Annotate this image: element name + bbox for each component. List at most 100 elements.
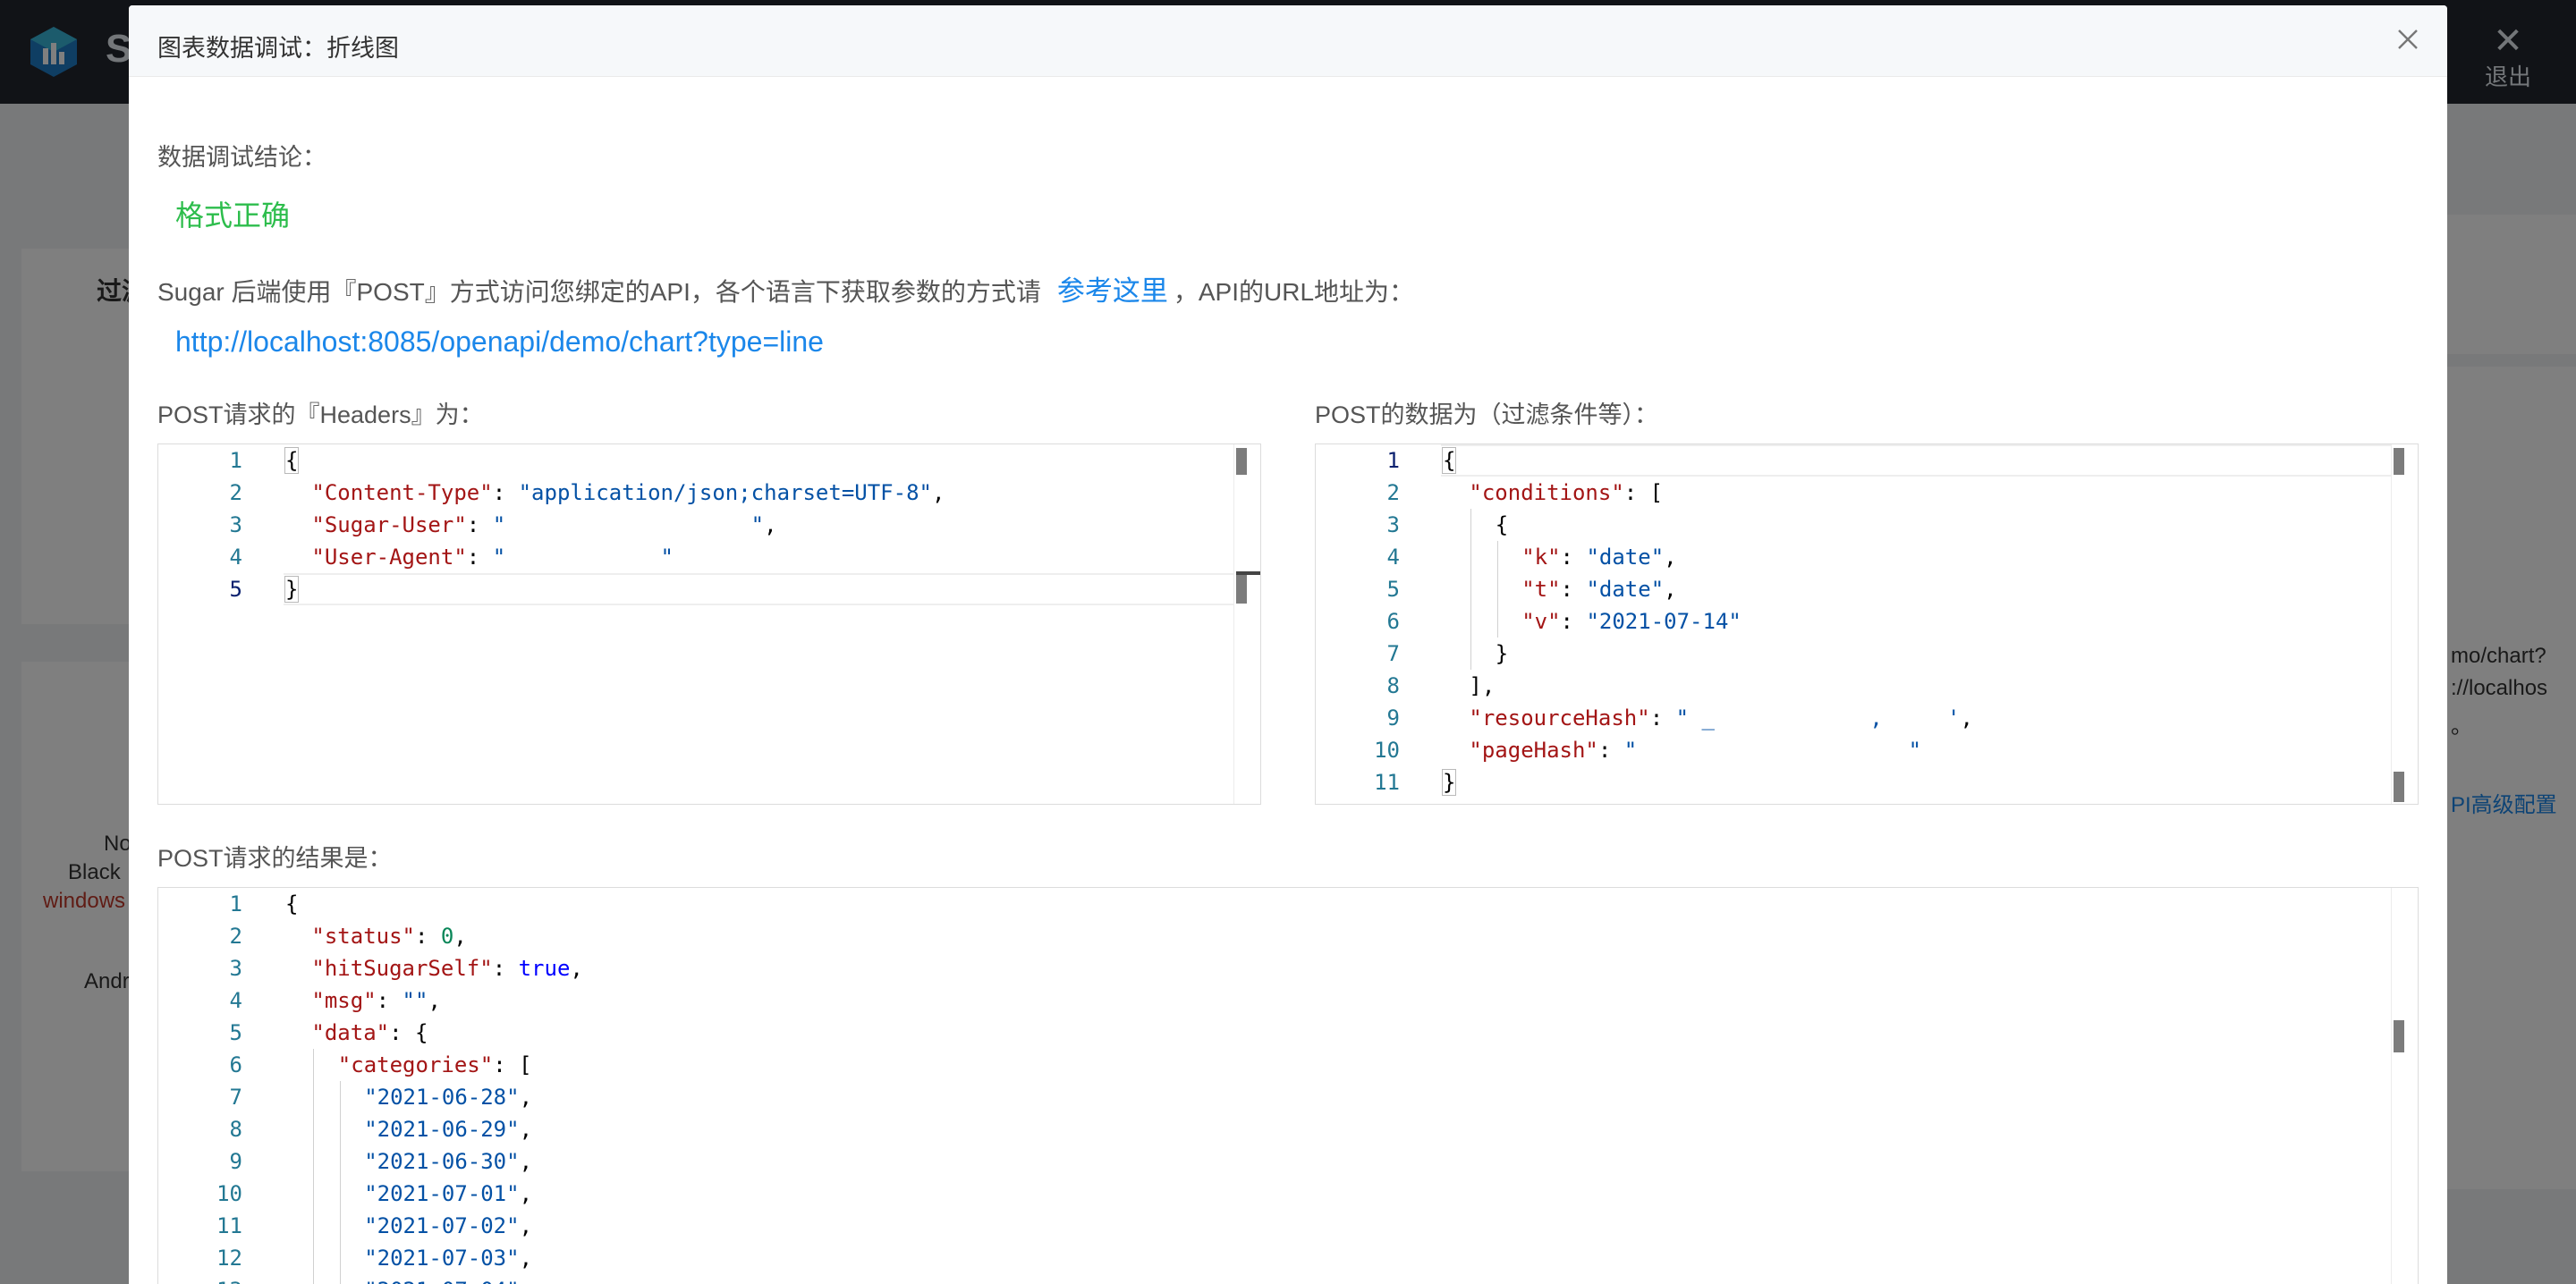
- code-token: "msg": [311, 988, 377, 1013]
- code-text: "k": "date",: [1521, 541, 1676, 573]
- code-token: ,: [1960, 705, 1973, 731]
- line-number: 8: [1386, 673, 1400, 698]
- line-number: 8: [229, 1117, 242, 1142]
- code-text: }: [284, 573, 300, 605]
- code-text: "data": {: [311, 1017, 428, 1049]
- code-token: :: [376, 988, 402, 1013]
- code-line: 5 "data": {: [158, 1017, 2418, 1049]
- code-text: "2021-07-04",: [364, 1274, 532, 1284]
- code-line: 10 "pageHash": " ": [1316, 734, 2418, 766]
- code-text: "categories": [: [338, 1049, 532, 1081]
- code-text: "2021-06-30",: [364, 1145, 532, 1178]
- code-token: : [: [1623, 480, 1664, 505]
- code-token: ,: [519, 1117, 533, 1142]
- code-line: 1{: [1316, 444, 2418, 477]
- code-text: "Content-Type": "application/json;charse…: [311, 477, 945, 509]
- code-line: 4 "msg": "",: [158, 984, 2418, 1017]
- code-token: "2021-06-28": [364, 1085, 520, 1110]
- code-line: 12 "2021-07-03",: [158, 1242, 2418, 1274]
- code-text: }: [1441, 766, 1457, 798]
- code-token: }: [1441, 769, 1457, 796]
- close-icon[interactable]: [2388, 20, 2428, 59]
- line-number: 5: [229, 577, 242, 602]
- indent-guide: [339, 1081, 341, 1284]
- code-line: 9 "2021-06-30",: [158, 1145, 2418, 1178]
- line-number: 5: [229, 1020, 242, 1045]
- reference-link[interactable]: 参考这里: [1057, 275, 1168, 307]
- line-number: 10: [1374, 738, 1400, 763]
- code-line: 2 "status": 0,: [158, 920, 2418, 952]
- code-token: ,: [570, 956, 583, 981]
- line-number: 9: [1386, 705, 1400, 731]
- code-line: 3{: [1316, 509, 2418, 541]
- indent-guide: [1470, 509, 1472, 670]
- code-line: 9 "resourceHash": " _ , ',: [1316, 702, 2418, 734]
- result-label: POST请求的结果是：: [157, 845, 393, 872]
- code-text: "t": "date",: [1521, 573, 1676, 605]
- code-token: :: [1597, 738, 1624, 763]
- code-text: "2021-07-02",: [364, 1210, 532, 1242]
- line-number: 3: [229, 512, 242, 537]
- code-text: }: [1496, 638, 1508, 670]
- code-line: 5}: [158, 573, 1260, 605]
- code-line: 4 "User-Agent": " ": [158, 541, 1260, 573]
- code-token: :: [1649, 705, 1676, 731]
- line-number: 2: [229, 480, 242, 505]
- line-number: 7: [229, 1085, 242, 1110]
- code-token: ,: [764, 512, 777, 537]
- code-token: ],: [1469, 673, 1496, 698]
- code-text: "2021-07-01",: [364, 1178, 532, 1210]
- code-token: ,: [519, 1085, 533, 1110]
- code-token: ,: [453, 924, 467, 949]
- code-token: "Content-Type": [311, 480, 493, 505]
- code-line: 1{: [158, 444, 1260, 477]
- code-text: "pageHash": " ": [1469, 734, 1921, 766]
- code-token: "2021-07-04": [364, 1278, 519, 1284]
- line-number: 6: [229, 1052, 242, 1077]
- result-code-editor[interactable]: 1{2 "status": 0, 3 "hitSugarSelf": true, 4 "m…: [157, 887, 2419, 1284]
- code-text: "2021-06-29",: [364, 1113, 532, 1145]
- line-number: 11: [216, 1213, 242, 1238]
- code-text: "User-Agent": " ": [311, 541, 674, 573]
- conclusion-value: 格式正确: [175, 199, 291, 232]
- code-token: " _ , ': [1675, 705, 1961, 731]
- code-token: :: [1560, 545, 1587, 570]
- headers-code-editor[interactable]: 1{ 2 "Content-Type": "application/json;cha…: [157, 443, 1261, 805]
- code-token: "date": [1586, 545, 1665, 570]
- code-text: "2021-06-28",: [364, 1081, 532, 1113]
- code-text: "Sugar-User": " ",: [311, 509, 776, 541]
- code-token: 0: [440, 924, 454, 949]
- conclusion-label: 数据调试结论：: [157, 144, 326, 171]
- code-line: 2 "conditions": [: [1316, 477, 2418, 509]
- code-token: "data": [311, 1020, 390, 1045]
- code-text: {: [1496, 509, 1508, 541]
- api-info-text: Sugar 后端使用『POST』方式访问您绑定的API，各个语言下获取参数的方式…: [157, 268, 1414, 308]
- code-token: true: [518, 956, 571, 981]
- code-line: 6 "categories": [: [158, 1049, 2418, 1081]
- code-line: 10 "2021-07-01",: [158, 1178, 2418, 1210]
- api-info-suffix: ，API的URL地址为：: [1173, 278, 1415, 306]
- code-line: 3 "Sugar-User": " ",: [158, 509, 1260, 541]
- code-token: "conditions": [1469, 480, 1624, 505]
- code-token: :: [492, 956, 519, 981]
- code-token: }: [1495, 641, 1509, 666]
- code-text: {: [284, 444, 300, 477]
- modal-title: 图表数据调试：折线图: [157, 35, 399, 62]
- code-token: ,: [520, 1278, 532, 1284]
- code-text: "status": 0,: [311, 920, 466, 952]
- code-token: :: [414, 924, 441, 949]
- line-number: 9: [229, 1149, 242, 1174]
- code-token: "2021-07-01": [364, 1181, 520, 1206]
- code-token: : {: [389, 1020, 428, 1045]
- code-token: ,: [428, 988, 441, 1013]
- code-line: 5 "t": "date",: [1316, 573, 2418, 605]
- code-line: 6 "v": "2021-07-14": [1316, 605, 2418, 638]
- post-data-code-editor[interactable]: 1{2 "conditions": [3{4 "k": "date", 5 "t": "…: [1315, 443, 2419, 805]
- code-text: {: [1441, 444, 1457, 477]
- code-text: {: [285, 888, 298, 920]
- code-token: :: [1560, 577, 1587, 602]
- indent-guide: [313, 1049, 315, 1284]
- code-token: {: [1495, 512, 1509, 537]
- api-url[interactable]: http://localhost:8085/openapi/demo/chart…: [175, 325, 824, 359]
- code-text: "resourceHash": " _ , ',: [1469, 702, 1973, 734]
